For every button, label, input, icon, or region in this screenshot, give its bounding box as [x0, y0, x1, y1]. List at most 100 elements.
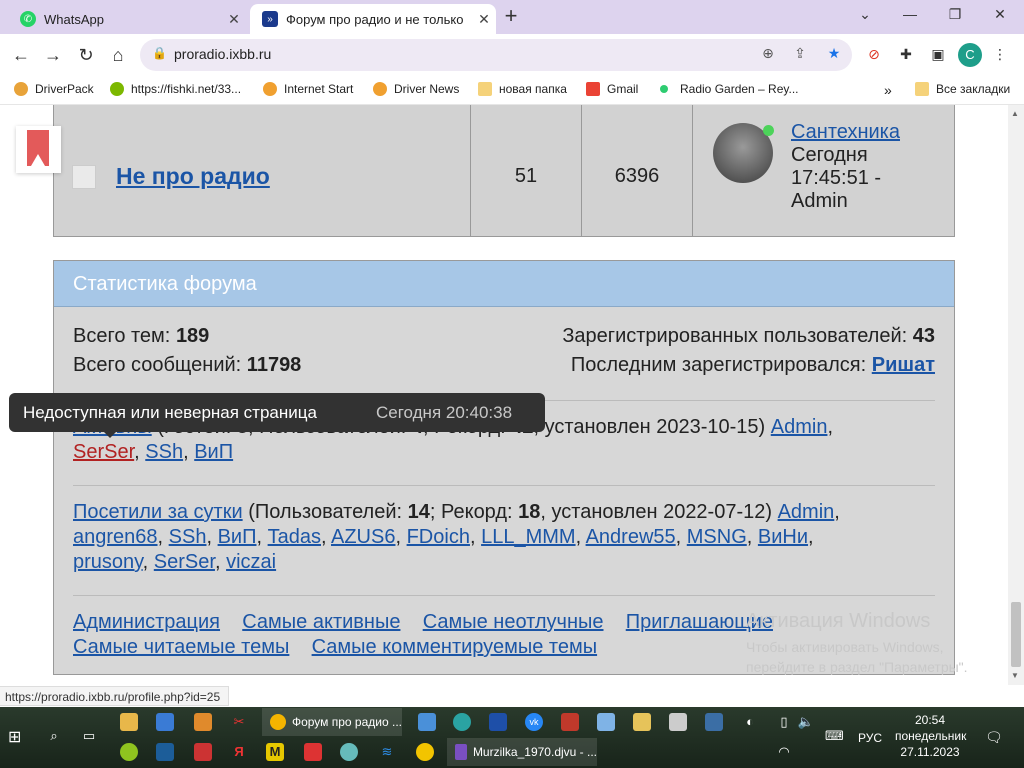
user-link[interactable]: ВиП [218, 526, 257, 548]
close-icon[interactable]: ✕ [472, 11, 496, 28]
zoom-icon[interactable]: ⊕ [758, 45, 778, 65]
app-icon[interactable] [561, 713, 579, 731]
user-link[interactable]: SerSer [73, 441, 134, 463]
side-panel-icon[interactable]: ▣ [928, 46, 948, 66]
yandex-icon[interactable]: Я [230, 743, 248, 761]
scroll-down-icon[interactable]: ▼ [1011, 671, 1019, 680]
app-icon[interactable] [156, 743, 174, 761]
app-icon[interactable] [633, 713, 651, 731]
app-icon[interactable] [418, 713, 436, 731]
battery-icon[interactable]: ▯ [775, 713, 793, 731]
address-url[interactable]: proradio.ixbb.ru [174, 46, 271, 62]
user-link[interactable]: SSh [145, 441, 183, 463]
user-link[interactable]: ВиНи [758, 526, 808, 548]
user-link[interactable]: prusony [73, 551, 143, 573]
user-link[interactable]: ВиП [194, 441, 233, 463]
scrollbar-thumb[interactable] [1011, 602, 1021, 667]
new-tab-icon[interactable]: + [500, 5, 522, 28]
keyboard-icon[interactable]: ⌨ [825, 727, 844, 745]
star-icon[interactable]: ★ [824, 45, 844, 65]
app-icon[interactable] [304, 743, 322, 761]
close-window-icon[interactable]: ✕ [985, 6, 1015, 26]
user-link[interactable]: MSNG [687, 526, 747, 548]
adblock-icon[interactable]: ⊘ [864, 46, 884, 66]
menu-icon[interactable]: ⋮ [990, 46, 1010, 66]
app-icon[interactable] [705, 713, 723, 731]
taskbar-djvu-window[interactable]: Murzilka_1970.djvu - ... [447, 738, 597, 766]
maximize-icon[interactable]: ❐ [940, 6, 970, 26]
app-icon[interactable] [453, 713, 471, 731]
forward-icon[interactable]: → [40, 42, 66, 68]
bookmark-radio-garden[interactable]: Radio Garden – Rey... [658, 82, 799, 96]
app-icon[interactable] [194, 713, 212, 731]
taskbar-chrome-window[interactable]: Форум про радио ... [262, 708, 402, 736]
chevron-down-icon[interactable]: ⌄ [850, 6, 880, 26]
profile-avatar[interactable]: C [958, 43, 982, 67]
bookmark-driverpack[interactable]: DriverPack [14, 82, 94, 96]
visited-link[interactable]: Посетили за сутки [73, 501, 243, 523]
bookmark-fishki[interactable]: https://fishki.net/33... [110, 82, 241, 96]
network-icon[interactable]: ◠ [775, 743, 793, 761]
app-icon[interactable] [669, 713, 687, 731]
reload-icon[interactable]: ↻ [73, 42, 99, 68]
computer-icon[interactable] [156, 713, 174, 731]
user-link[interactable]: viczai [226, 551, 276, 573]
most-read-link[interactable]: Самые читаемые темы [73, 636, 289, 658]
bookmark-folder[interactable]: новая папка [478, 82, 567, 96]
bookmark-driver-news[interactable]: Driver News [373, 82, 459, 96]
search-icon[interactable]: ⌕ [45, 727, 63, 745]
gmail-icon [586, 82, 600, 96]
admin-link[interactable]: Администрация [73, 611, 220, 633]
app-icon[interactable] [194, 743, 212, 761]
most-persistent-link[interactable]: Самые неотлучные [423, 611, 604, 633]
bookmark-all[interactable]: Все закладки [915, 82, 1010, 96]
user-link[interactable]: SSh [169, 526, 207, 548]
user-link[interactable]: Tadas [268, 526, 321, 548]
notifications-icon[interactable]: 🗨 [985, 729, 1003, 746]
close-icon[interactable]: ✕ [222, 11, 246, 28]
tab-whatsapp[interactable]: ✆ WhatsApp ✕ [8, 4, 246, 34]
volume-icon[interactable]: 🔈 [797, 713, 815, 731]
app-icon[interactable]: ≋ [378, 743, 396, 761]
user-link[interactable]: LLL_MMM [481, 526, 575, 548]
vk-icon[interactable]: vk [525, 713, 543, 731]
forum-title-link[interactable]: Не про радио [116, 163, 270, 190]
bookmarks-overflow[interactable]: » [884, 82, 892, 98]
bookmark-internet-start[interactable]: Internet Start [263, 82, 353, 96]
back-icon[interactable]: ← [8, 42, 34, 68]
user-link[interactable]: FDoich [407, 526, 470, 548]
app-icon[interactable] [489, 713, 507, 731]
scrollbar[interactable]: ▲ ▼ [1008, 105, 1024, 685]
user-link[interactable]: AZUS6 [331, 526, 395, 548]
address-bar[interactable]: 🔒 proradio.ixbb.ru ⊕ ⇪ ★ [140, 39, 852, 71]
app-icon[interactable]: ✂ [230, 713, 248, 731]
clock[interactable]: 20:54 понедельник 27.11.2023 [895, 712, 966, 760]
user-link[interactable]: Admin [778, 501, 835, 523]
last-post-link[interactable]: Сантехника [791, 121, 900, 143]
app-icon[interactable] [120, 743, 138, 761]
bookmark-widget[interactable] [16, 126, 61, 173]
user-link[interactable]: SerSer [154, 551, 215, 573]
minimize-icon[interactable]: — [895, 6, 925, 26]
task-view-icon[interactable]: ▭ [80, 727, 98, 745]
extensions-icon[interactable]: ✚ [896, 46, 916, 66]
explorer-icon[interactable] [120, 713, 138, 731]
tab-forum[interactable]: » Форум про радио и не только ✕ [250, 4, 496, 34]
home-icon[interactable]: ⌂ [105, 42, 131, 68]
app-icon[interactable] [416, 743, 434, 761]
most-commented-link[interactable]: Самые комментируемые темы [312, 636, 597, 658]
language-indicator[interactable]: РУС [858, 731, 882, 745]
app-icon[interactable] [340, 743, 358, 761]
bookmark-gmail[interactable]: Gmail [586, 82, 638, 96]
user-link[interactable]: angren68 [73, 526, 158, 548]
share-icon[interactable]: ⇪ [790, 45, 810, 65]
scroll-up-icon[interactable]: ▲ [1011, 109, 1019, 118]
most-active-link[interactable]: Самые активные [242, 611, 400, 633]
user-link[interactable]: Andrew55 [586, 526, 676, 548]
windows-start-icon[interactable]: ⊞ [8, 727, 26, 746]
app-icon[interactable]: M [266, 743, 284, 761]
notepad-icon[interactable] [597, 713, 615, 731]
tray-icon[interactable]: ◐ [741, 713, 759, 731]
user-link[interactable]: Admin [771, 416, 828, 438]
last-registered-link[interactable]: Ришат [872, 354, 935, 376]
